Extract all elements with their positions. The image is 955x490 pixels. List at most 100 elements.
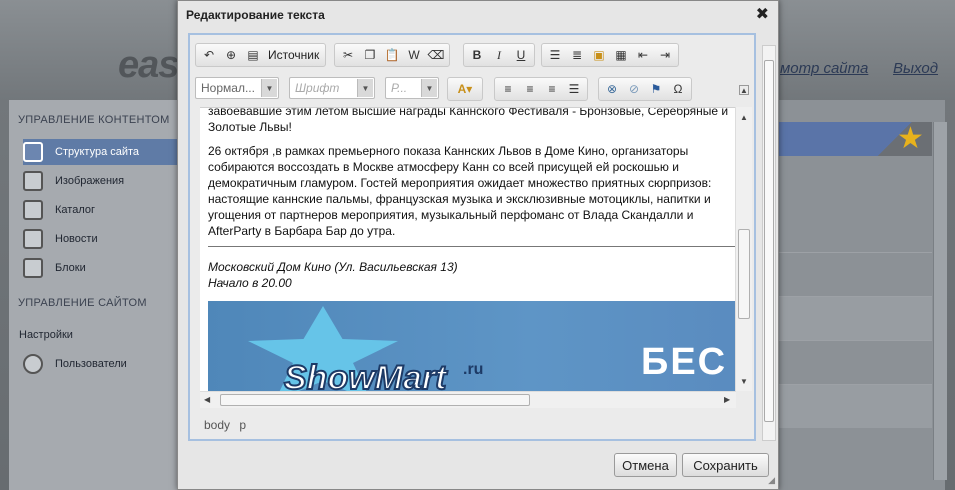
scrollbar-thumb[interactable] [764, 60, 774, 422]
rich-text-editor: ↶ ⊕ ▤ Источник ✂ ❐ 📋 W ⌫ B I U ☰ ≣ ▣ ▦ ⇤… [188, 33, 756, 441]
sidebar-item-structure[interactable]: Структура сайта [23, 139, 199, 165]
undo-icon[interactable]: ↶ [198, 45, 220, 65]
scrollbar-thumb[interactable] [738, 229, 750, 319]
close-icon[interactable]: ✖ [756, 4, 769, 24]
source-button[interactable]: Источник [264, 48, 323, 62]
format-select[interactable]: Нормал... ▼ [195, 77, 279, 99]
page-scrollbar[interactable] [933, 122, 947, 480]
banner-logo-text: ShowMart [283, 358, 447, 391]
toolbar-group-color: A▾ [447, 77, 483, 101]
toolbar-group-document: ↶ ⊕ ▤ Источник [195, 43, 327, 67]
toolbar-collapse-icon[interactable]: ▲ [739, 85, 749, 95]
content-row[interactable] [777, 296, 932, 340]
underline-icon[interactable]: U [510, 45, 532, 65]
chevron-down-icon: ▼ [261, 79, 277, 97]
cancel-button[interactable]: Отмена [614, 453, 677, 477]
unlink-icon[interactable]: ⊘ [623, 79, 645, 99]
table-icon[interactable]: ▦ [610, 45, 632, 65]
editor-horizontal-scrollbar[interactable]: ◀ ▶ [200, 391, 736, 408]
image-icon[interactable]: ▣ [588, 45, 610, 65]
sidebar-item-blocks[interactable]: Блоки [23, 255, 199, 281]
eraser-icon[interactable]: ⌫ [425, 45, 447, 65]
maximize-icon[interactable]: ⊕ [220, 45, 242, 65]
special-char-icon[interactable]: Ω [667, 79, 689, 99]
sidebar-item-users[interactable]: Пользователи [23, 351, 199, 377]
scroll-up-icon[interactable]: ▲ [740, 113, 748, 122]
chevron-down-icon: ▼ [421, 79, 437, 97]
sidebar-item-label: Блоки [55, 262, 86, 274]
align-right-icon[interactable]: ≡ [541, 79, 563, 99]
paste-word-icon[interactable]: W [403, 45, 425, 65]
align-center-icon[interactable]: ≡ [519, 79, 541, 99]
star-icon[interactable]: ★ [897, 121, 924, 156]
at-icon [23, 142, 43, 162]
sidebar-item-label: Структура сайта [55, 146, 140, 158]
anchor-icon[interactable]: ⚑ [645, 79, 667, 99]
copy-icon[interactable]: ❐ [359, 45, 381, 65]
size-select[interactable]: Р... ▼ [385, 77, 439, 99]
view-site-link[interactable]: мотр сайта [780, 60, 868, 77]
resize-grip-icon[interactable]: ◢ [768, 475, 775, 486]
toolbar-group-align: ≡ ≡ ≡ ☰ [494, 77, 588, 101]
link-icon[interactable]: ⊗ [601, 79, 623, 99]
sidebar-section-content: УПРАВЛЕНИЕ КОНТЕНТОМ [18, 114, 170, 126]
toolbar-group-style: B I U [463, 43, 535, 67]
scroll-right-icon[interactable]: ▶ [724, 395, 730, 404]
sidebar-item-catalog[interactable]: Каталог [23, 197, 199, 223]
content-row[interactable] [777, 252, 932, 296]
scrollbar-thumb[interactable] [220, 394, 530, 406]
event-banner-image: ShowMart .ru БЕС [208, 301, 746, 391]
scroll-down-icon[interactable]: ▼ [740, 377, 748, 386]
pencil-icon [23, 229, 43, 249]
sidebar-item-label: Пользователи [55, 358, 127, 370]
text-paragraph: 26 октября ,в рамках премьерного показа … [208, 144, 712, 238]
dialog-scrollbar[interactable] [762, 45, 776, 441]
font-value: Шрифт [295, 81, 340, 95]
content-row[interactable] [777, 340, 932, 384]
sidebar-item-label: Каталог [55, 204, 95, 216]
toolbar-group-links: ⊗ ⊘ ⚑ Ω [598, 77, 692, 101]
align-left-icon[interactable]: ≡ [497, 79, 519, 99]
at-icon [23, 258, 43, 278]
unordered-list-icon[interactable]: ≣ [566, 45, 588, 65]
user-icon [23, 354, 43, 374]
justify-icon[interactable]: ☰ [563, 79, 585, 99]
sidebar-item-label: Новости [55, 233, 98, 245]
text-color-icon[interactable]: A▾ [450, 79, 480, 99]
indent-icon[interactable]: ⇥ [654, 45, 676, 65]
logout-link[interactable]: Выход [893, 60, 938, 77]
font-select[interactable]: Шрифт ▼ [289, 77, 375, 99]
sidebar-item-label: Настройки [19, 329, 73, 341]
editor-vertical-scrollbar[interactable]: ▲ ▼ [735, 107, 752, 391]
save-button[interactable]: Сохранить [682, 453, 769, 477]
toolbar-group-insert: ☰ ≣ ▣ ▦ ⇤ ⇥ [541, 43, 679, 67]
content-row[interactable] [777, 384, 932, 428]
image-icon [23, 171, 43, 191]
sidebar-section-site: УПРАВЛЕНИЕ САЙТОМ [18, 297, 147, 309]
editor-content-area[interactable]: завоевавшие этим летом высшие награды Ка… [200, 107, 747, 391]
edit-text-dialog: Редактирование текста ✖ ↶ ⊕ ▤ Источник ✂… [177, 0, 779, 490]
banner-text: БЕС [641, 341, 728, 383]
text-paragraph: завоевавшие этим летом высшие награды Ка… [208, 107, 729, 134]
cut-icon[interactable]: ✂ [337, 45, 359, 65]
outdent-icon[interactable]: ⇤ [632, 45, 654, 65]
bold-icon[interactable]: B [466, 45, 488, 65]
banner-logo-suffix: .ru [463, 361, 484, 378]
horizontal-rule [208, 246, 736, 247]
sidebar-item-images[interactable]: Изображения [23, 168, 199, 194]
ordered-list-icon[interactable]: ☰ [544, 45, 566, 65]
format-value: Нормал... [201, 81, 255, 95]
italic-icon[interactable]: I [488, 45, 510, 65]
site-logo: eas [118, 44, 179, 86]
source-icon[interactable]: ▤ [242, 45, 264, 65]
sidebar: УПРАВЛЕНИЕ КОНТЕНТОМ Структура сайта Изо… [9, 100, 199, 490]
dialog-title: Редактирование текста [186, 8, 325, 22]
chevron-down-icon: ▼ [357, 79, 373, 97]
scroll-left-icon[interactable]: ◀ [204, 395, 210, 404]
event-address: Московский Дом Кино (Ул. Васильевская 13… [208, 260, 458, 274]
paste-icon[interactable]: 📋 [381, 45, 403, 65]
sidebar-item-settings[interactable]: Настройки [19, 322, 195, 348]
event-time: Начало в 20.00 [208, 276, 292, 290]
sidebar-item-news[interactable]: Новости [23, 226, 199, 252]
element-path-bar[interactable]: body p [204, 418, 246, 432]
